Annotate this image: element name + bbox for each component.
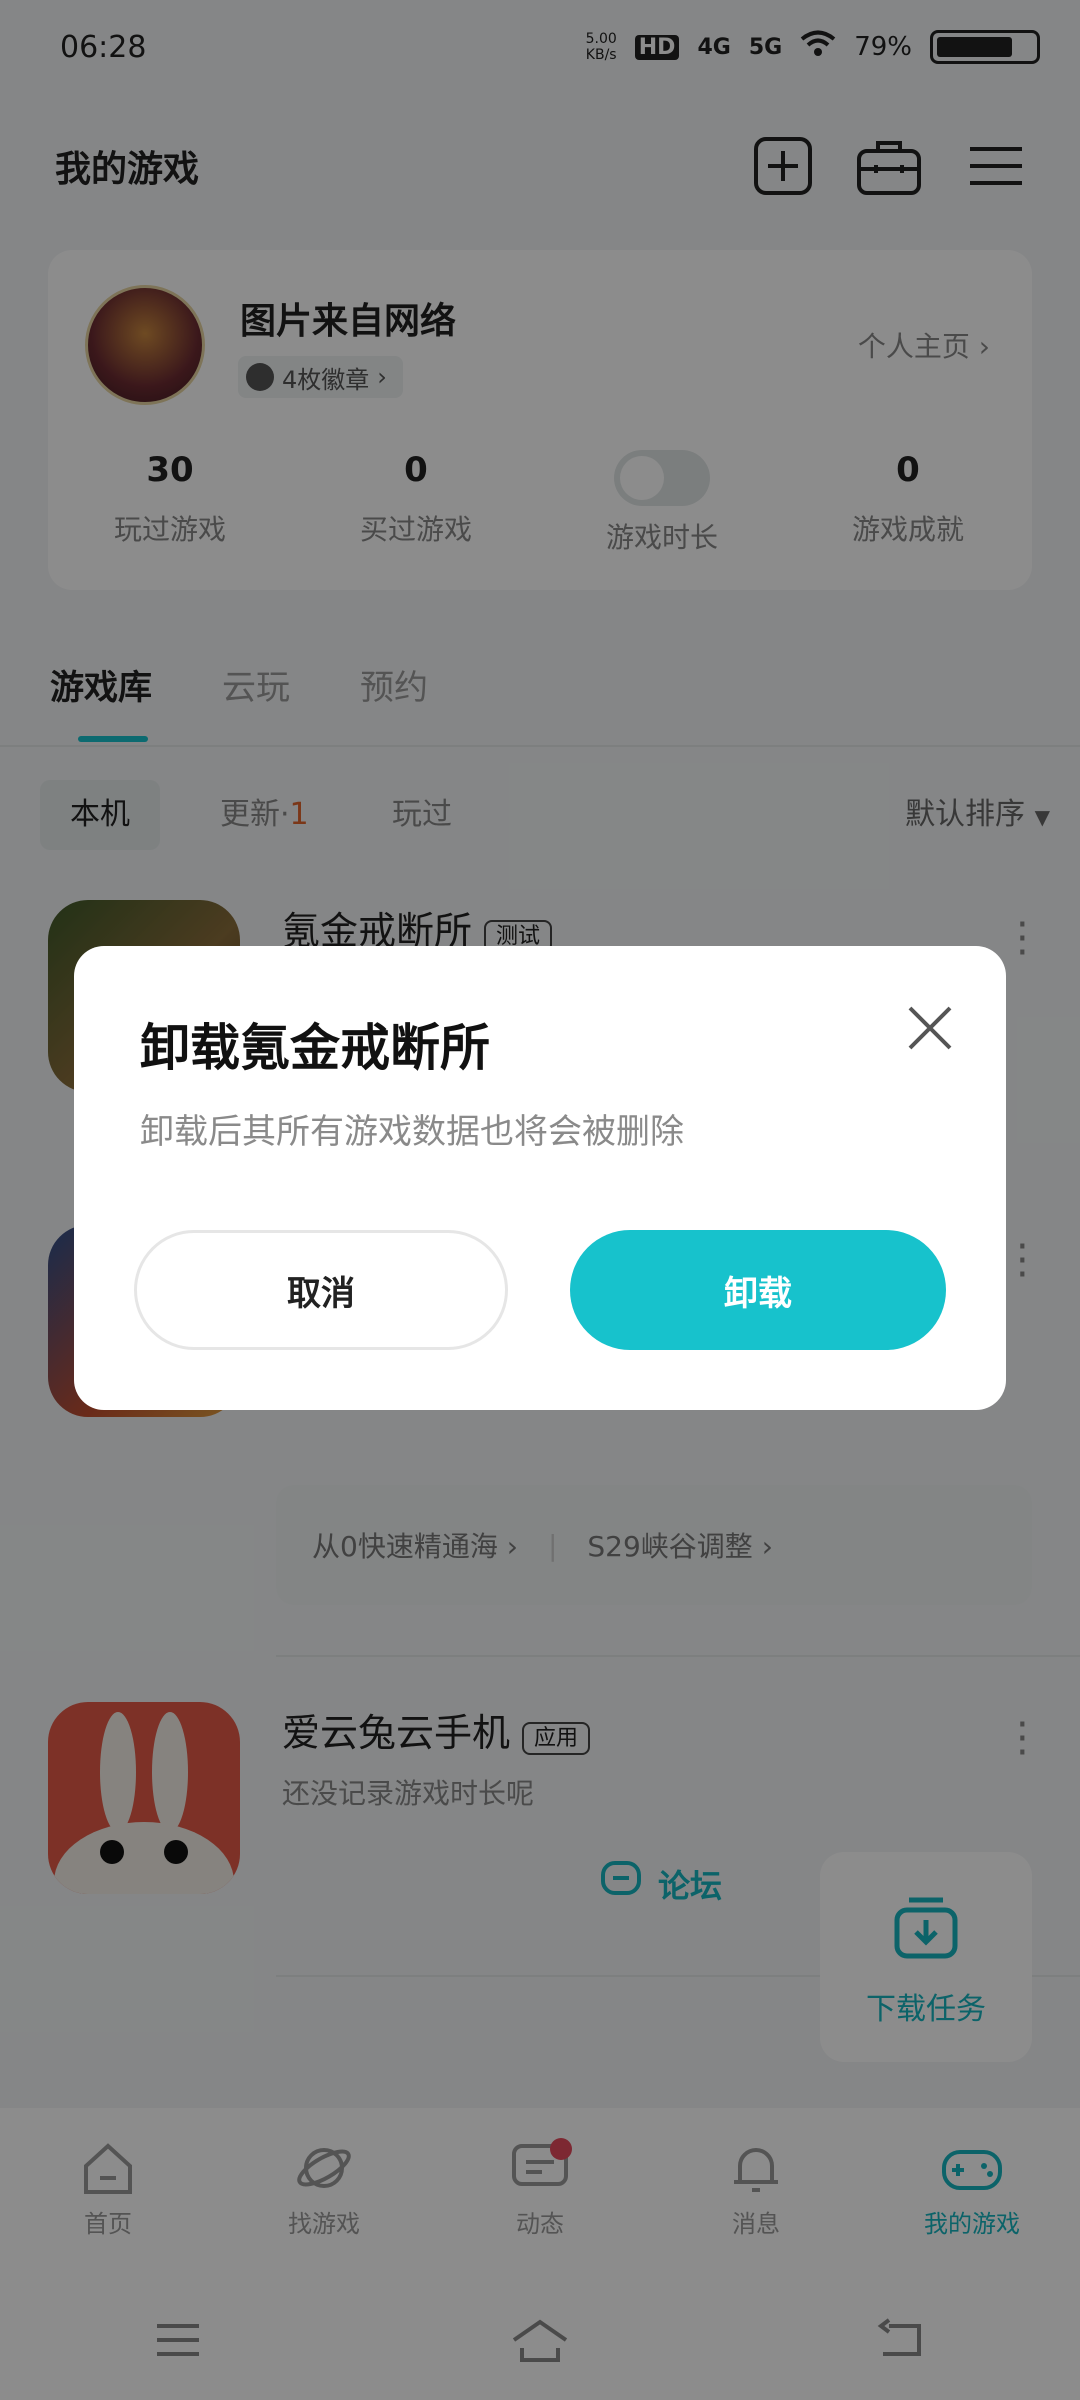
close-icon[interactable] <box>902 1000 958 1056</box>
cancel-button[interactable]: 取消 <box>134 1230 508 1350</box>
uninstall-dialog: 卸载氪金戒断所 卸载后其所有游戏数据也将会被删除 取消 卸载 <box>74 946 1006 1410</box>
dialog-message: 卸载后其所有游戏数据也将会被删除 <box>140 1112 684 1152</box>
dialog-title: 卸载氪金戒断所 <box>140 1019 490 1077</box>
uninstall-button[interactable]: 卸载 <box>570 1230 946 1350</box>
